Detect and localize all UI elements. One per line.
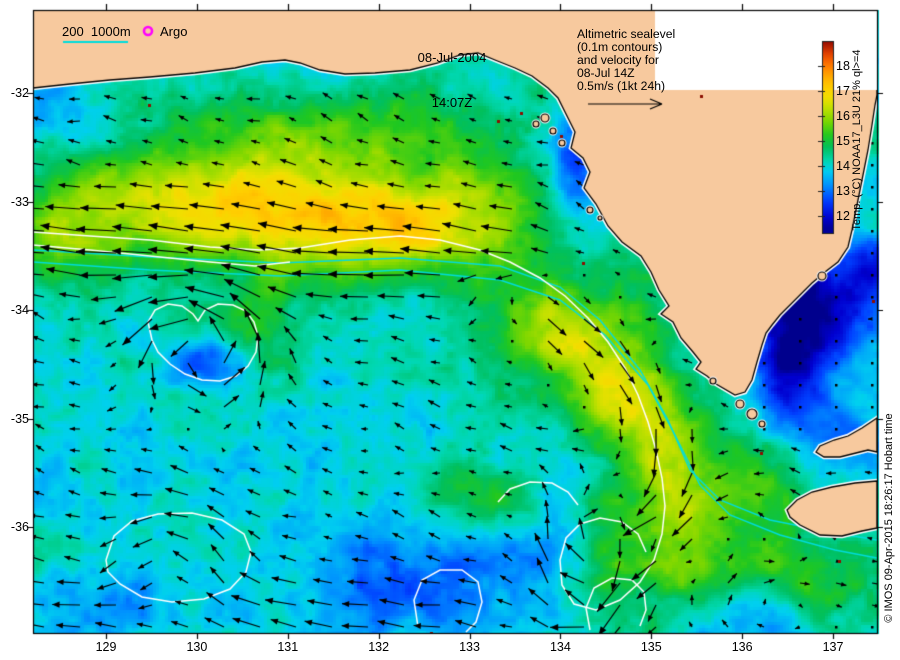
lat-tick-label: -36 xyxy=(10,520,29,534)
lon-tick-label: 132 xyxy=(368,640,390,654)
timestamp: 08-Jul-2004 14:07Z xyxy=(392,20,512,140)
colorbar-tick-label: 12 xyxy=(836,208,850,223)
lon-tick-label: 134 xyxy=(549,640,571,654)
oceancurrent-map-figure: 08-Jul-2004 14:07Z 200 1000m Argo Altime… xyxy=(0,0,900,660)
colorbar-tick-label: 15 xyxy=(836,133,850,148)
lon-tick-label: 137 xyxy=(822,640,844,654)
colorbar-tick-label: 18 xyxy=(836,58,850,73)
lon-tick-label: 135 xyxy=(640,640,662,654)
argo-legend-label: Argo xyxy=(160,24,188,39)
lon-tick-label: 133 xyxy=(459,640,480,654)
colorbar-tick-label: 17 xyxy=(836,83,850,98)
colorbar-tick-label: 14 xyxy=(836,158,850,173)
colorbar-tick-label: 16 xyxy=(836,108,850,123)
lat-tick-label: -32 xyxy=(10,86,29,100)
lat-tick-label: -33 xyxy=(10,194,29,209)
colorbar-axis-label: Temp. (°C) NOAA17_L3U 21% ql>=4 xyxy=(851,49,863,231)
lat-tick-label: -34 xyxy=(10,303,29,317)
lat-tick-label: -35 xyxy=(10,411,29,426)
altimetry-info-box: Altimetric sealevel (0.1m contours) and ve… xyxy=(577,28,675,93)
lon-tick-label: 129 xyxy=(95,640,117,654)
lon-tick-label: 136 xyxy=(731,640,753,654)
attribution-text: © IMOS 09-Apr-2015 18:26:17 Hobart time xyxy=(883,413,895,623)
lon-tick-label: 131 xyxy=(277,640,299,654)
isobath-legend-label: 200 1000m xyxy=(62,24,131,39)
lon-tick-label: 130 xyxy=(186,640,208,654)
info-box-line: 0.5m/s (1kt 24h) xyxy=(577,79,666,93)
colorbar-tick-label: 13 xyxy=(836,183,850,198)
timestamp-date: 08-Jul-2004 xyxy=(417,50,487,65)
timestamp-time: 14:07Z xyxy=(431,95,473,110)
